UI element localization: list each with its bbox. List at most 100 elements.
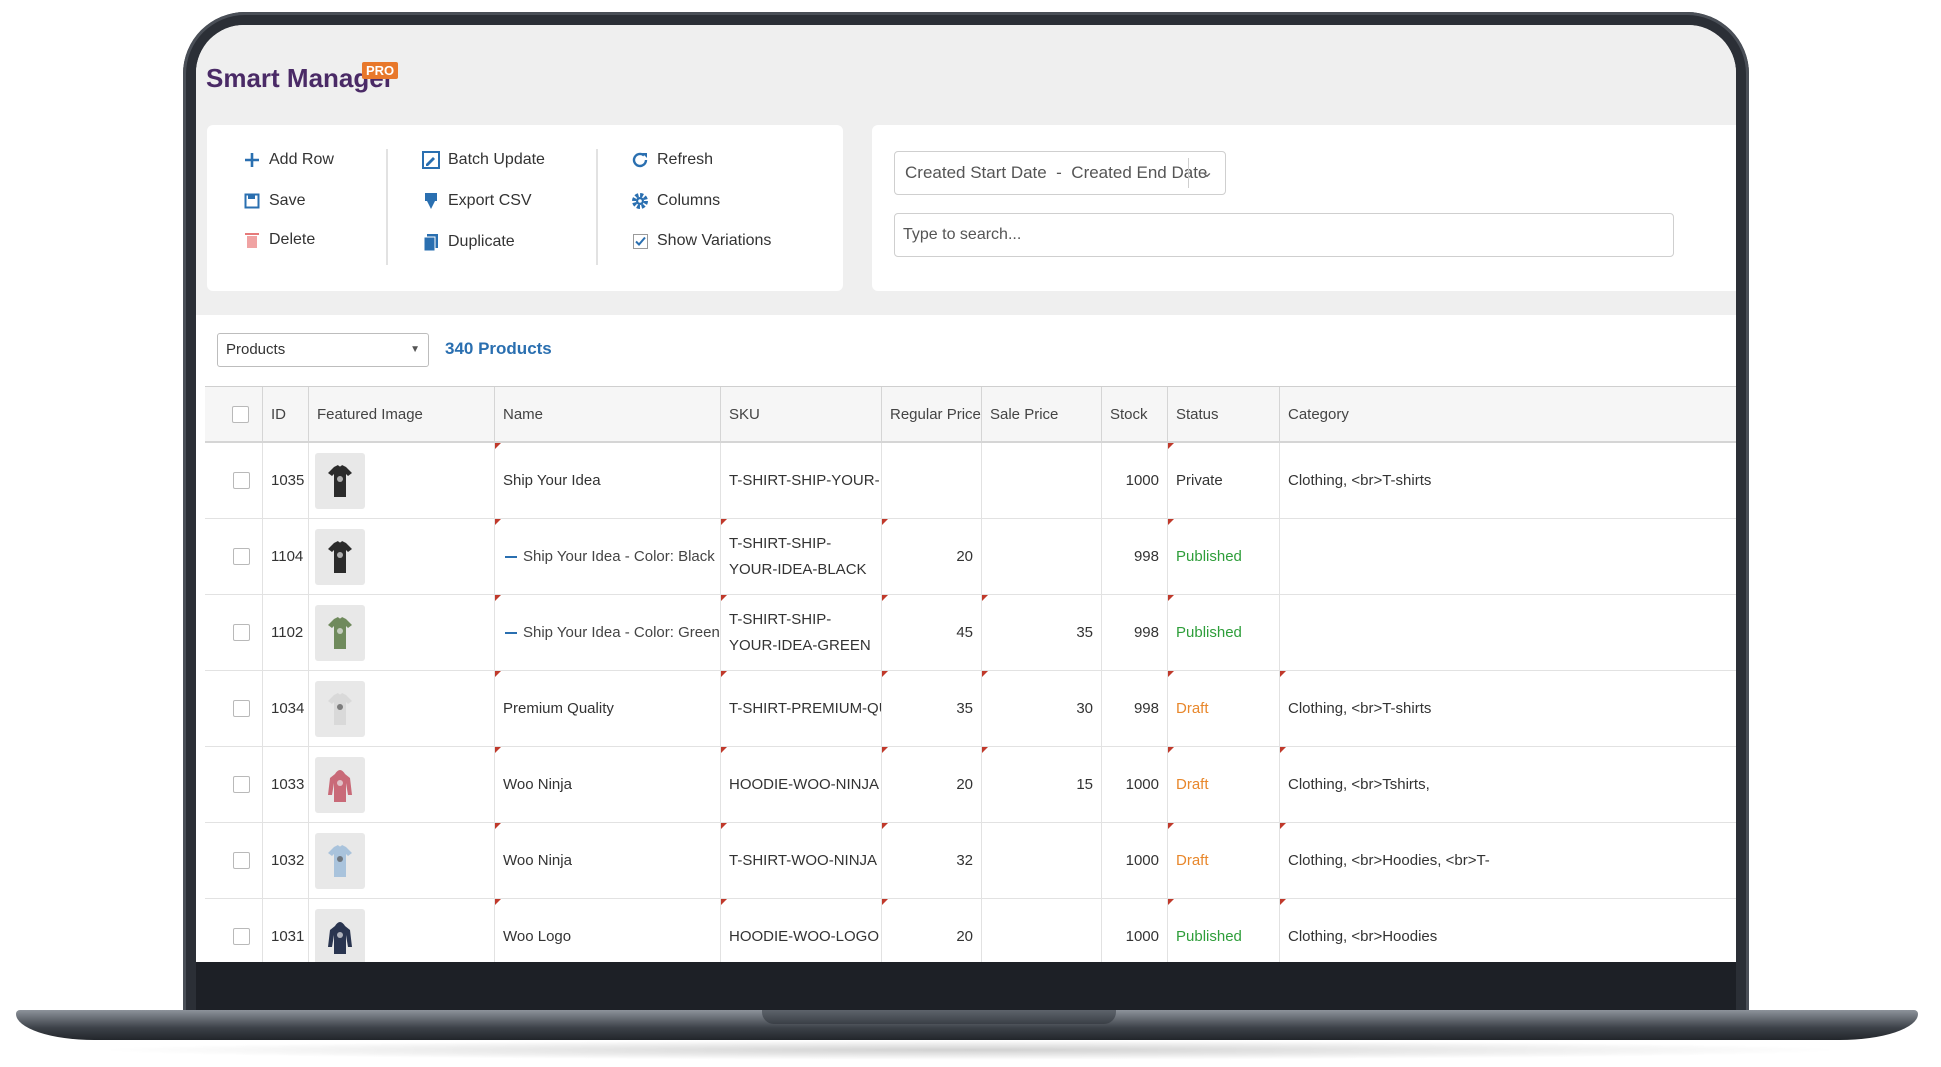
product-thumbnail[interactable] (315, 680, 365, 737)
featured-image-cell[interactable] (309, 443, 495, 518)
stock-cell[interactable]: 998 (1102, 595, 1168, 670)
featured-image-cell[interactable] (309, 747, 495, 822)
stock-cell[interactable]: 1000 (1102, 443, 1168, 518)
header-stock[interactable]: Stock (1102, 387, 1168, 441)
table-row[interactable]: 1035 Ship Your Idea T-SHIRT-SHIP-YOUR-ID… (205, 443, 1736, 519)
regular-price-cell[interactable]: 35 (882, 671, 982, 746)
sku-cell[interactable]: T-SHIRT-PREMIUM-QUALITY (721, 671, 882, 746)
row-checkbox[interactable] (233, 852, 250, 869)
regular-price-cell[interactable]: 20 (882, 747, 982, 822)
row-select-cell[interactable] (205, 519, 263, 594)
featured-image-cell[interactable] (309, 671, 495, 746)
status-cell[interactable]: Private (1168, 443, 1280, 518)
stock-cell[interactable]: 1000 (1102, 823, 1168, 898)
row-select-cell[interactable] (205, 747, 263, 822)
header-id[interactable]: ID (263, 387, 309, 441)
add-row-button[interactable]: Add Row (243, 151, 334, 169)
name-cell[interactable]: Ship Your Idea - Color: Black (495, 519, 721, 594)
table-row[interactable]: 1102 Ship Your Idea - Color: Green T-SHI… (205, 595, 1736, 671)
name-cell[interactable]: Premium Quality (495, 671, 721, 746)
status-cell[interactable]: Draft (1168, 747, 1280, 822)
sale-price-cell[interactable] (982, 899, 1102, 962)
status-cell[interactable]: Draft (1168, 671, 1280, 746)
columns-button[interactable]: Columns (631, 192, 720, 210)
table-row[interactable]: 1104 Ship Your Idea - Color: Black T-SHI… (205, 519, 1736, 595)
category-cell[interactable]: Clothing, <br>T-shirts (1280, 671, 1736, 746)
status-cell[interactable]: Published (1168, 899, 1280, 962)
category-cell[interactable]: Clothing, <br>Hoodies (1280, 899, 1736, 962)
status-cell[interactable]: Published (1168, 519, 1280, 594)
header-regular-price[interactable]: Regular Price (882, 387, 982, 441)
header-sale-price[interactable]: Sale Price (982, 387, 1102, 441)
sale-price-cell[interactable]: 15 (982, 747, 1102, 822)
name-cell[interactable]: Ship Your Idea (495, 443, 721, 518)
featured-image-cell[interactable] (309, 519, 495, 594)
row-checkbox[interactable] (233, 548, 250, 565)
regular-price-cell[interactable]: 20 (882, 899, 982, 962)
name-cell[interactable]: Woo Ninja (495, 747, 721, 822)
stock-cell[interactable]: 1000 (1102, 747, 1168, 822)
row-checkbox[interactable] (233, 928, 250, 945)
row-checkbox[interactable] (233, 700, 250, 717)
regular-price-cell[interactable]: 32 (882, 823, 982, 898)
table-row[interactable]: 1034 Premium Quality T-SHIRT-PREMIUM-QUA… (205, 671, 1736, 747)
stock-cell[interactable]: 998 (1102, 671, 1168, 746)
header-status[interactable]: Status (1168, 387, 1280, 441)
show-variations-toggle[interactable]: Show Variations (631, 232, 771, 250)
batch-update-button[interactable]: Batch Update (422, 151, 545, 169)
export-csv-button[interactable]: Export CSV (422, 192, 532, 210)
refresh-button[interactable]: Refresh (631, 151, 713, 169)
table-row[interactable]: 1033 Woo Ninja HOODIE-WOO-NINJA 20 15 10… (205, 747, 1736, 823)
sale-price-cell[interactable] (982, 443, 1102, 518)
sku-cell[interactable]: HOODIE-WOO-NINJA (721, 747, 882, 822)
category-cell[interactable] (1280, 519, 1736, 594)
sku-cell[interactable]: HOODIE-WOO-LOGO (721, 899, 882, 962)
row-select-cell[interactable] (205, 899, 263, 962)
product-thumbnail[interactable] (315, 832, 365, 889)
duplicate-button[interactable]: Duplicate (422, 233, 515, 251)
row-checkbox[interactable] (233, 472, 250, 489)
product-thumbnail[interactable] (315, 452, 365, 509)
header-sku[interactable]: SKU (721, 387, 882, 441)
stock-cell[interactable]: 998 (1102, 519, 1168, 594)
dashboard-select[interactable]: Products ▼ (217, 333, 429, 367)
regular-price-cell[interactable]: 45 (882, 595, 982, 670)
sku-cell[interactable]: T-SHIRT-SHIP-YOUR-IDEA (721, 443, 882, 518)
row-checkbox[interactable] (233, 624, 250, 641)
name-cell[interactable]: Woo Ninja (495, 823, 721, 898)
sale-price-cell[interactable]: 35 (982, 595, 1102, 670)
header-featured-image[interactable]: Featured Image (309, 387, 495, 441)
product-thumbnail[interactable] (315, 528, 365, 585)
product-thumbnail[interactable] (315, 908, 365, 962)
regular-price-cell[interactable]: 20 (882, 519, 982, 594)
row-select-cell[interactable] (205, 671, 263, 746)
name-cell[interactable]: Woo Logo (495, 899, 721, 962)
delete-button[interactable]: Delete (243, 231, 315, 249)
product-thumbnail[interactable] (315, 756, 365, 813)
select-all-checkbox[interactable] (232, 405, 249, 423)
featured-image-cell[interactable] (309, 899, 495, 962)
category-cell[interactable] (1280, 595, 1736, 670)
sale-price-cell[interactable] (982, 823, 1102, 898)
sale-price-cell[interactable]: 30 (982, 671, 1102, 746)
featured-image-cell[interactable] (309, 823, 495, 898)
header-select-all[interactable] (205, 387, 263, 441)
category-cell[interactable]: Clothing, <br>T-shirts (1280, 443, 1736, 518)
row-select-cell[interactable] (205, 443, 263, 518)
row-select-cell[interactable] (205, 823, 263, 898)
save-button[interactable]: Save (243, 192, 305, 210)
sku-cell[interactable]: T-SHIRT-WOO-NINJA (721, 823, 882, 898)
sale-price-cell[interactable] (982, 519, 1102, 594)
row-select-cell[interactable] (205, 595, 263, 670)
row-checkbox[interactable] (233, 776, 250, 793)
stock-cell[interactable]: 1000 (1102, 899, 1168, 962)
header-name[interactable]: Name (495, 387, 721, 441)
sku-cell[interactable]: T-SHIRT-SHIP-YOUR-IDEA-BLACK (721, 519, 882, 594)
featured-image-cell[interactable] (309, 595, 495, 670)
search-input[interactable] (894, 213, 1674, 257)
table-row[interactable]: 1032 Woo Ninja T-SHIRT-WOO-NINJA 32 1000… (205, 823, 1736, 899)
regular-price-cell[interactable] (882, 443, 982, 518)
product-thumbnail[interactable] (315, 604, 365, 661)
table-row[interactable]: 1031 Woo Logo HOODIE-WOO-LOGO 20 1000 Pu… (205, 899, 1736, 962)
status-cell[interactable]: Published (1168, 595, 1280, 670)
